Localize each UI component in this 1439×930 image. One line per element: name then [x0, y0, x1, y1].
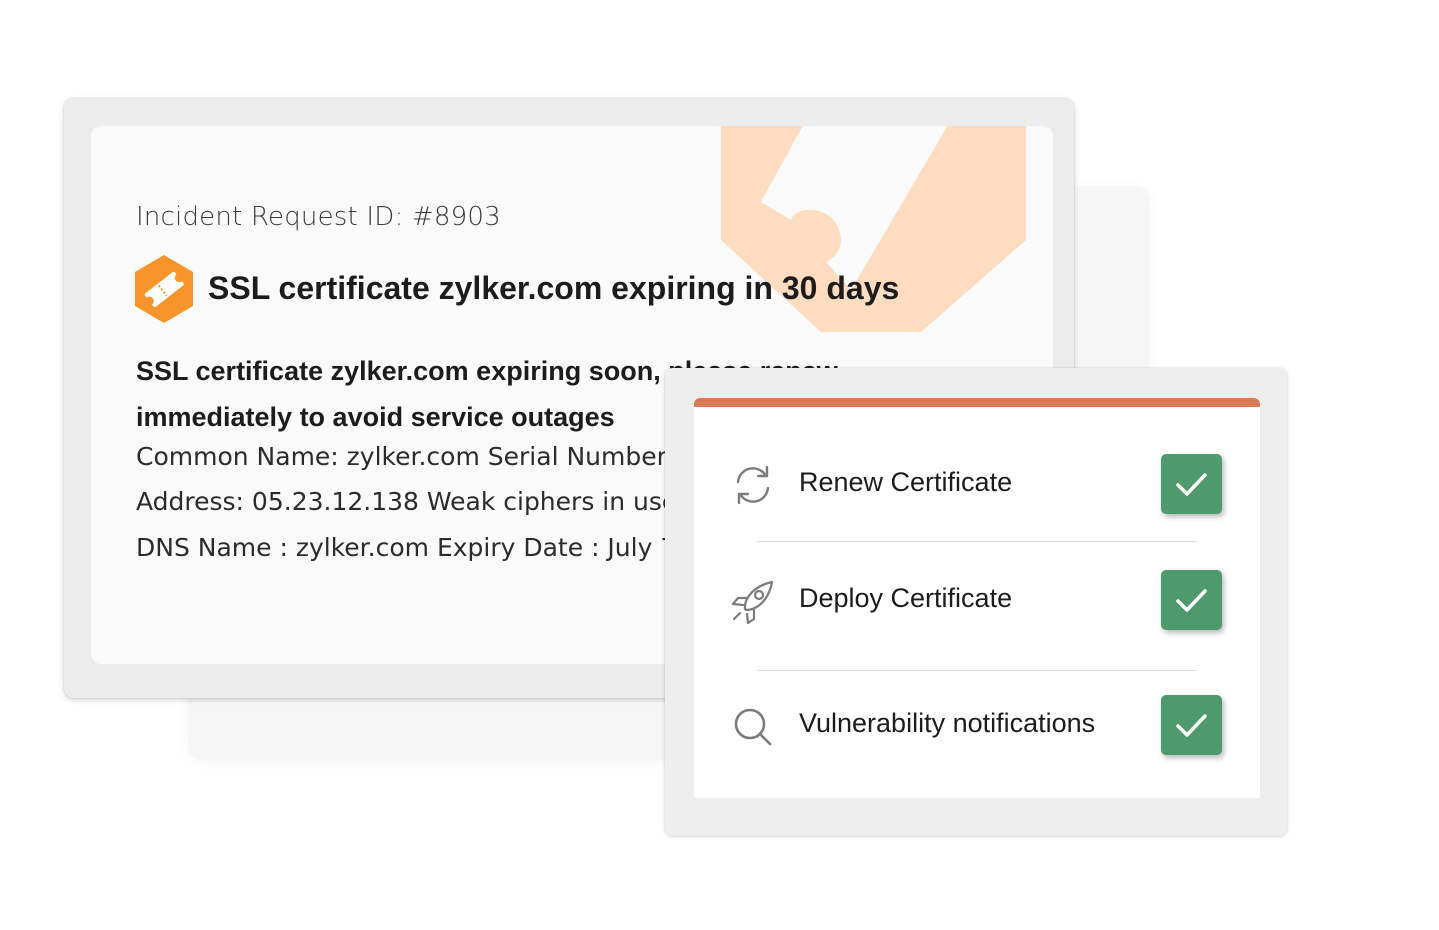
rocket-icon — [731, 580, 774, 624]
divider — [757, 541, 1197, 542]
incident-detail-line: DNS Name : zylker.com Expiry Date : July… — [136, 533, 685, 562]
deploy-checkbox[interactable] — [1161, 570, 1222, 630]
incident-request-id: Incident Request ID: #8903 — [136, 202, 501, 232]
action-label-renew: Renew Certificate — [799, 467, 1013, 497]
checkmark-icon — [1176, 714, 1207, 737]
ssl-badge-watermark-icon — [721, 126, 1026, 332]
action-checklist-card: Renew Certificate Deploy Certificate Vul… — [694, 398, 1260, 798]
accent-bar — [694, 398, 1260, 407]
action-item-deploy-certificate[interactable]: Deploy Certificate — [694, 570, 1260, 630]
divider — [757, 670, 1197, 671]
incident-title: SSL certificate zylker.com expiring in 3… — [208, 270, 900, 306]
action-item-vulnerability-notifications[interactable]: Vulnerability notifications — [694, 695, 1260, 755]
stage: Incident Request ID: #8903 SSL certifica… — [0, 0, 1439, 930]
search-icon — [734, 708, 772, 746]
incident-detail-line: Address: 05.23.12.138 Weak ciphers in us… — [136, 487, 686, 516]
action-label-vulnerability: Vulnerability notifications — [799, 708, 1096, 738]
action-item-renew-certificate[interactable]: Renew Certificate — [694, 454, 1260, 514]
checkmark-icon — [1176, 589, 1207, 612]
checkmark-icon — [1176, 473, 1207, 496]
action-label-deploy: Deploy Certificate — [799, 583, 1013, 613]
action-panel-frame: Renew Certificate Deploy Certificate Vul… — [665, 368, 1287, 836]
ssl-ticket-hexagon-icon — [135, 255, 193, 323]
renew-checkbox[interactable] — [1161, 454, 1222, 514]
refresh-icon — [736, 465, 770, 505]
vulnerability-checkbox[interactable] — [1161, 695, 1222, 755]
incident-detail-line: Common Name: zylker.com Serial Number — [136, 442, 667, 471]
